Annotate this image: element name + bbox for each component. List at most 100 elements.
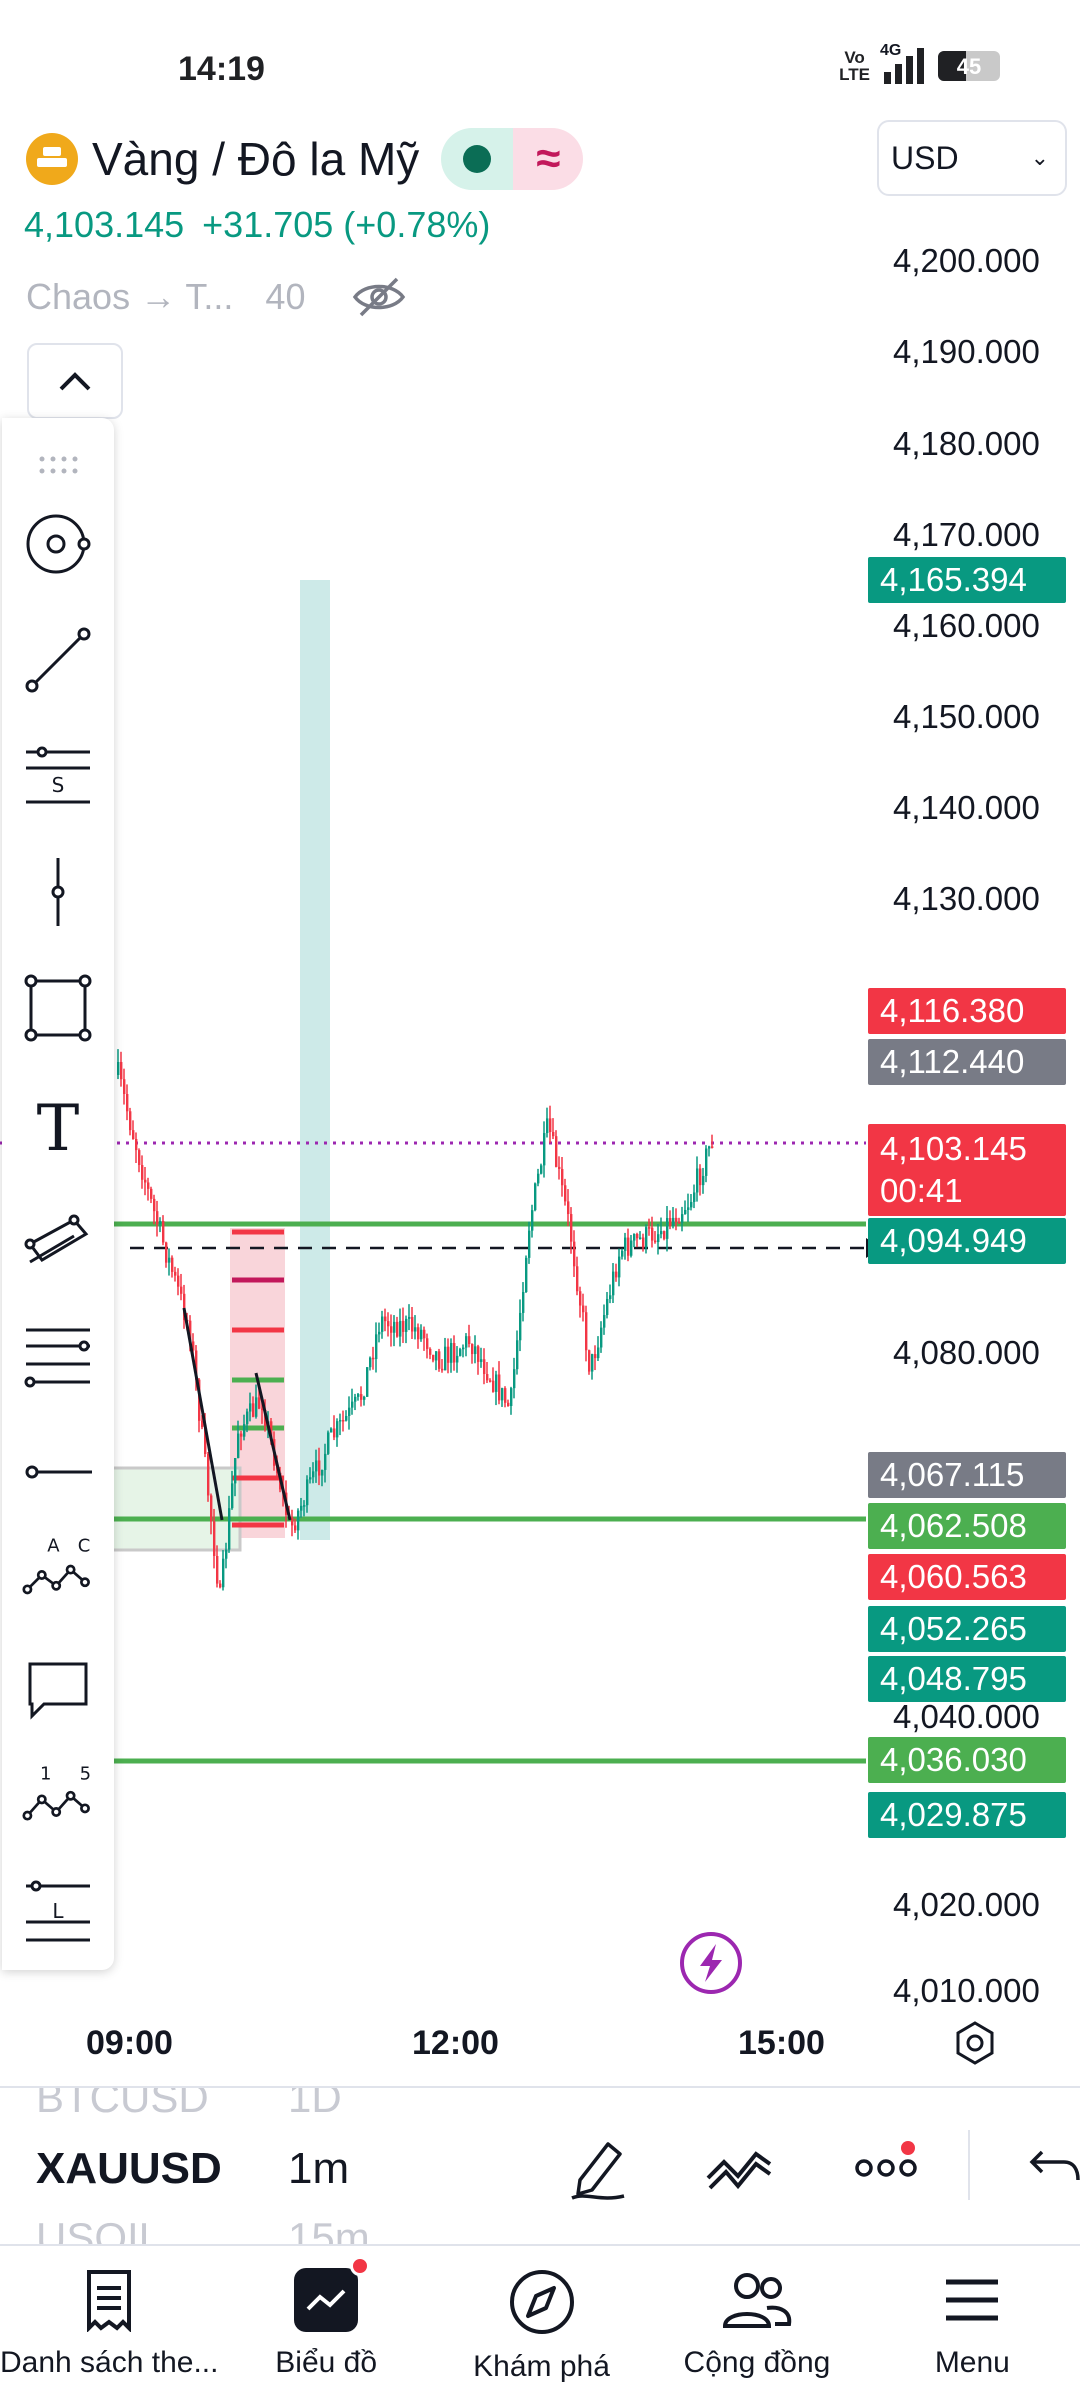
- callout-icon[interactable]: [22, 1652, 94, 1724]
- candle-body: [687, 1207, 690, 1210]
- indicators-icon[interactable]: [704, 2134, 776, 2204]
- elliott-wave-icon[interactable]: 15: [22, 1758, 94, 1830]
- price-tag: 4,029.875: [868, 1792, 1066, 1838]
- candle-body: [441, 1368, 444, 1371]
- candle-body: [711, 1146, 714, 1148]
- current-interval[interactable]: 1m: [288, 2144, 349, 2194]
- candle-body: [597, 1347, 600, 1359]
- channel-icon[interactable]: [22, 1204, 94, 1276]
- candle-body: [483, 1359, 486, 1375]
- candle-body: [315, 1460, 318, 1472]
- candle-body: [471, 1344, 474, 1355]
- candle-body: [384, 1316, 387, 1322]
- pattern-icon[interactable]: AC: [22, 1530, 94, 1602]
- candle-body: [393, 1321, 396, 1333]
- candle-body: [699, 1168, 702, 1186]
- horizontal-lines-icon[interactable]: [22, 1320, 94, 1392]
- candle-body: [225, 1549, 228, 1559]
- candle-body: [219, 1583, 222, 1588]
- candle-body: [684, 1209, 687, 1215]
- candle-body: [495, 1374, 498, 1392]
- candle-body: [546, 1118, 549, 1134]
- text-tool-label: T: [37, 1092, 80, 1160]
- candle-body: [168, 1257, 171, 1263]
- candle-body: [705, 1148, 708, 1176]
- symbol-interval-picker[interactable]: BTCUSD 1D XAUUSD 1m USOIL 15m: [0, 2086, 1080, 2246]
- candle-body: [213, 1521, 216, 1556]
- undo-icon[interactable]: [1028, 2146, 1080, 2186]
- fib-icon[interactable]: S: [22, 740, 94, 812]
- long-label: L: [52, 1899, 64, 1923]
- candle-body: [309, 1477, 312, 1480]
- candle-body: [159, 1221, 162, 1225]
- rectangle-icon[interactable]: [22, 972, 94, 1044]
- candle-body: [177, 1275, 180, 1287]
- long-position-icon[interactable]: L: [22, 1878, 94, 1950]
- candle-body: [351, 1401, 354, 1408]
- candle-body: [513, 1369, 516, 1389]
- candle-body: [312, 1471, 315, 1478]
- cursor-icon[interactable]: [22, 508, 94, 580]
- candle-body: [600, 1327, 603, 1348]
- nav-label: Menu: [934, 2346, 1010, 2379]
- candle-body: [669, 1218, 672, 1226]
- chart-nav-icon: [294, 2256, 371, 2332]
- candle-body: [615, 1271, 618, 1278]
- price-tag: 4,112.440: [868, 1039, 1066, 1085]
- candle-body: [582, 1305, 585, 1313]
- candle-body: [405, 1318, 408, 1332]
- candle-body: [627, 1237, 630, 1256]
- nav-chart[interactable]: Biểu đồ: [218, 2248, 433, 2400]
- candle-body: [606, 1298, 609, 1315]
- candle-body: [357, 1394, 360, 1397]
- fib-label: S: [52, 773, 65, 797]
- candle-body: [378, 1331, 381, 1335]
- current-price-tag: 4,103.145 00:41: [868, 1124, 1066, 1216]
- trend-line-icon[interactable]: [22, 624, 94, 696]
- drag-handle-icon[interactable]: [22, 430, 94, 502]
- time-label: 15:00: [738, 2024, 825, 2062]
- current-symbol[interactable]: XAUUSD: [36, 2144, 222, 2194]
- candle-body: [414, 1327, 417, 1332]
- nav-label: Biểu đồ: [275, 2346, 378, 2379]
- candle-body: [663, 1231, 666, 1239]
- next-interval[interactable]: 15m: [288, 2214, 370, 2244]
- horizontal-ray-icon[interactable]: [22, 1436, 94, 1508]
- bottom-nav: Danh sách the... Biểu đồ Khám phá Cộng đ…: [0, 2248, 1080, 2400]
- prev-interval[interactable]: 1D: [288, 2088, 342, 2122]
- nav-watchlist[interactable]: Danh sách the...: [0, 2248, 218, 2400]
- more-icon[interactable]: [852, 2134, 922, 2194]
- candle-body: [567, 1201, 570, 1215]
- candle-body: [528, 1230, 531, 1258]
- pencil-icon[interactable]: [566, 2134, 630, 2204]
- candle-body: [258, 1397, 261, 1409]
- axis-label: 4,200.000: [893, 242, 1040, 279]
- candle-body: [390, 1326, 393, 1333]
- candle-body: [507, 1402, 510, 1407]
- prev-symbol[interactable]: BTCUSD: [36, 2088, 209, 2122]
- vertical-line-icon[interactable]: [22, 856, 94, 928]
- candle-body: [426, 1338, 429, 1349]
- candle-body: [603, 1314, 606, 1328]
- nav-community[interactable]: Cộng đồng: [649, 2248, 864, 2400]
- candle-body: [477, 1346, 480, 1362]
- candle-body: [354, 1396, 357, 1402]
- settings-icon[interactable]: [952, 2020, 998, 2066]
- candle-body: [459, 1349, 462, 1356]
- candle-body: [417, 1327, 420, 1340]
- candle-body: [243, 1424, 246, 1437]
- time-label: 12:00: [412, 2024, 499, 2062]
- nav-explore[interactable]: Khám phá: [434, 2248, 649, 2400]
- candle-body: [516, 1340, 519, 1370]
- price-tag: 4,067.115: [868, 1452, 1066, 1498]
- candle-body: [234, 1458, 237, 1484]
- candle-body: [681, 1214, 684, 1223]
- time-label: 09:00: [86, 2024, 173, 2062]
- text-icon[interactable]: T: [22, 1088, 94, 1160]
- candle-body: [666, 1218, 669, 1239]
- candle-body: [510, 1388, 513, 1407]
- long-target-zone: [300, 580, 330, 1540]
- nav-menu[interactable]: Menu: [865, 2248, 1080, 2400]
- candle-body: [429, 1348, 432, 1355]
- next-symbol[interactable]: USOIL: [36, 2214, 162, 2244]
